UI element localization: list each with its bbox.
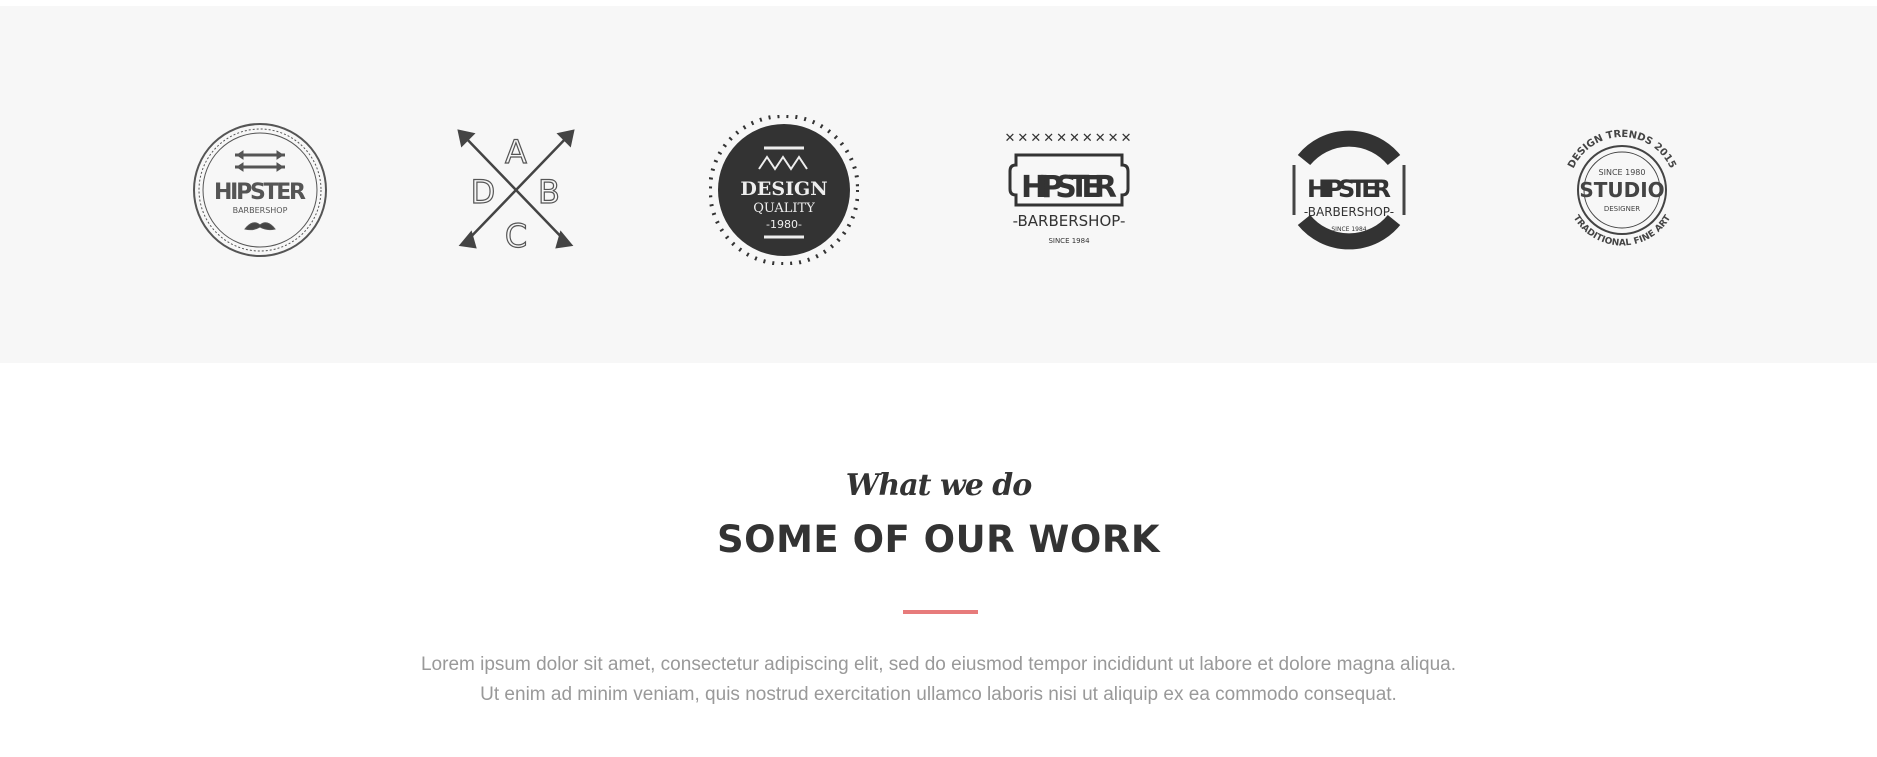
svg-text:-BARBERSHOP-: -BARBERSHOP- bbox=[1304, 205, 1394, 219]
logo-abcd-arrows: ABCD bbox=[441, 115, 591, 265]
svg-text:B: B bbox=[538, 173, 560, 211]
logo-hipster-barbershop-banner: ✕✕✕✕✕✕✕✕✕✕ HIPSTER -BARBERSHOP- SINCE 19… bbox=[994, 115, 1144, 265]
logo-hipster-barbershop-mustache: HIPSTER BARBERSHOP bbox=[185, 115, 335, 265]
svg-text:SINCE 1984: SINCE 1984 bbox=[1331, 226, 1366, 233]
svg-text:HIPSTER: HIPSTER bbox=[1307, 175, 1391, 203]
svg-text:QUALITY: QUALITY bbox=[753, 201, 815, 216]
svg-text:TRADITIONAL FINE ART: TRADITIONAL FINE ART bbox=[1571, 213, 1674, 249]
svg-text:DESIGNER: DESIGNER bbox=[1604, 205, 1640, 213]
svg-text:✕✕✕✕✕✕✕✕✕✕: ✕✕✕✕✕✕✕✕✕✕ bbox=[1005, 131, 1134, 146]
svg-text:STUDIO: STUDIO bbox=[1579, 178, 1664, 202]
description-line: Lorem ipsum dolor sit amet, consectetur … bbox=[420, 654, 1456, 675]
svg-text:HIPSTER: HIPSTER bbox=[214, 180, 306, 205]
svg-text:HIPSTER: HIPSTER bbox=[1021, 170, 1117, 205]
title-divider bbox=[903, 610, 978, 614]
svg-text:SINCE 1980: SINCE 1980 bbox=[1599, 168, 1646, 177]
section-subtitle: What we do bbox=[845, 468, 1033, 503]
svg-text:C: C bbox=[505, 217, 527, 255]
svg-text:BARBERSHOP: BARBERSHOP bbox=[233, 206, 288, 215]
description-line: Ut enim ad minim veniam, quis nostrud ex… bbox=[480, 684, 1397, 705]
svg-text:DESIGN: DESIGN bbox=[740, 178, 827, 200]
section-description: Lorem ipsum dolor sit amet, consectetur … bbox=[0, 650, 1877, 710]
logo-design-quality: DESIGN QUALITY -1980- bbox=[708, 114, 860, 266]
svg-text:DESIGN TRENDS 2015: DESIGN TRENDS 2015 bbox=[1566, 129, 1678, 170]
svg-text:SINCE 1984: SINCE 1984 bbox=[1048, 237, 1090, 245]
svg-text:-1980-: -1980- bbox=[766, 218, 802, 231]
logo-studio-designer: DESIGN TRENDS 2015 TRADITIONAL FINE ART … bbox=[1547, 115, 1697, 265]
svg-text:A: A bbox=[505, 133, 527, 171]
section-title: SOME OF OUR WORK bbox=[717, 518, 1160, 561]
svg-text:D: D bbox=[471, 173, 496, 211]
svg-text:-BARBERSHOP-: -BARBERSHOP- bbox=[1013, 212, 1126, 230]
logo-hipster-barbershop-ring: HIPSTER -BARBERSHOP- SINCE 1984 bbox=[1274, 115, 1424, 265]
